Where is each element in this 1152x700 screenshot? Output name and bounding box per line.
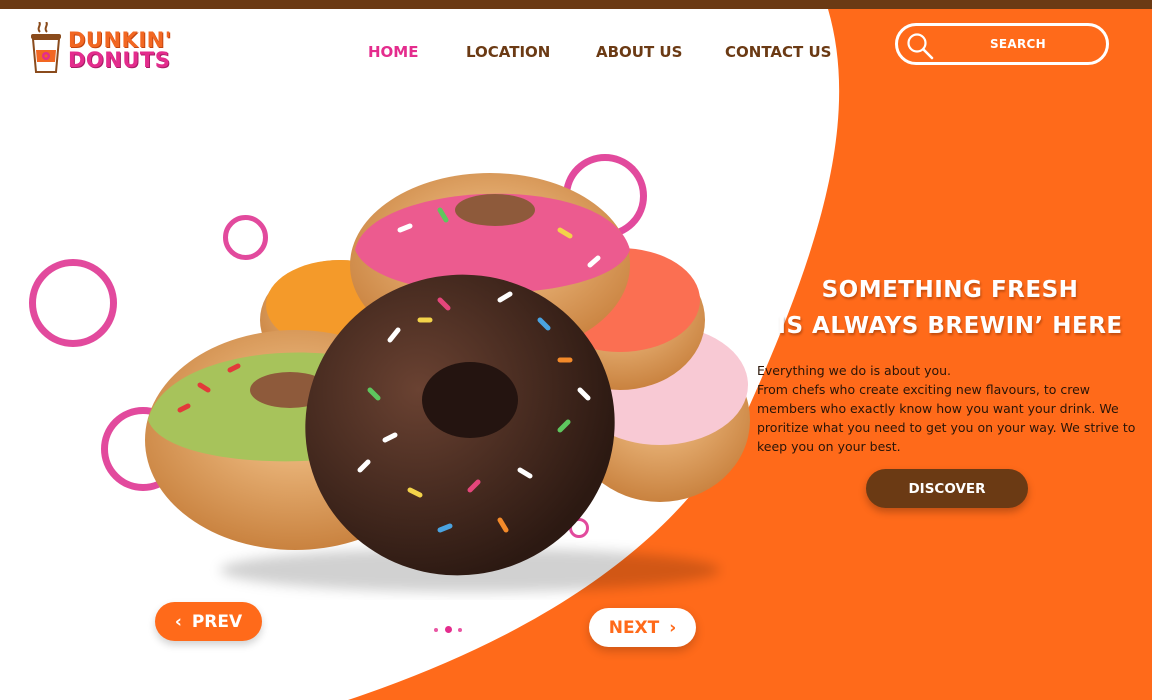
search-placeholder: SEARCH [989, 37, 1047, 51]
donuts-image [145, 173, 750, 592]
slide-dot-1[interactable] [434, 628, 438, 632]
nav-item-about-us[interactable]: ABOUT US [596, 43, 682, 61]
dunkin-logo[interactable]: DUNKIN' DONUTS [28, 20, 178, 76]
top-strip [0, 0, 1152, 9]
hero-headline: SOMETHING FRESH IS ALWAYS BREWIN’ HERE [760, 272, 1140, 344]
hero-description-line: Everything we do is about you. [757, 363, 952, 378]
hero-headline-line-1: SOMETHING FRESH [821, 277, 1079, 303]
nav-item-location[interactable]: LOCATION [466, 43, 550, 61]
logo-line-2: DONUTS [68, 48, 171, 72]
search-icon [907, 33, 934, 60]
next-button[interactable]: NEXT › [589, 608, 696, 647]
nav-item-home[interactable]: HOME [368, 43, 418, 61]
hero-description-line: proritize what you need to get you on yo… [757, 420, 1136, 435]
hero-headline-line-2: IS ALWAYS BREWIN’ HERE [777, 313, 1123, 339]
hero-description: Everything we do is about you. From chef… [757, 361, 1142, 456]
slide-dot-2[interactable] [445, 626, 452, 633]
next-button-label: NEXT [608, 617, 660, 638]
hero-description-line: keep you on your best. [757, 439, 901, 454]
logo-wordmark: DUNKIN' DONUTS [68, 28, 172, 72]
hero-description-line: members who exactly know how you want yo… [757, 401, 1119, 416]
prev-button[interactable]: ‹ PREV [155, 602, 262, 641]
slide-dot-3[interactable] [458, 628, 462, 632]
prev-button-label: PREV [191, 611, 243, 632]
chevron-left-icon: ‹ [174, 611, 182, 632]
search-input[interactable]: SEARCH [895, 23, 1109, 65]
hero-description-line: From chefs who create exciting new flavo… [757, 382, 1091, 397]
slider-pagination [430, 624, 470, 636]
nav-item-contact-us[interactable]: CONTACT US [725, 43, 831, 61]
decorative-ring [29, 259, 117, 347]
logo-line-1: DUNKIN' [68, 28, 172, 52]
coffee-cup-icon [31, 22, 61, 73]
discover-button[interactable]: DISCOVER [866, 469, 1028, 508]
chevron-right-icon: › [669, 617, 677, 638]
